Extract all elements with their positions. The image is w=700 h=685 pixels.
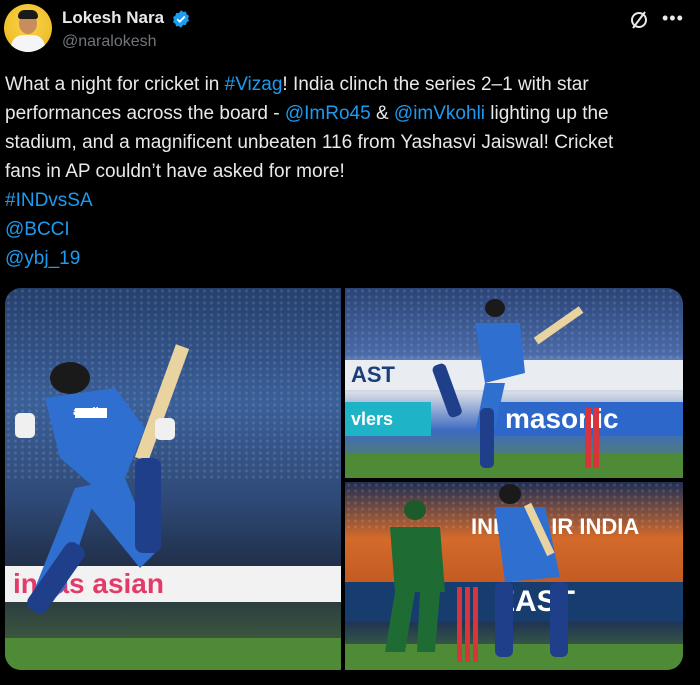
avatar[interactable] — [4, 4, 52, 52]
post-link[interactable]: #Vizag — [225, 74, 283, 95]
post-text-segment: performances across the board - — [5, 103, 285, 124]
post-header: Lokesh Nara @naralokesh ••• — [0, 0, 700, 62]
photo-kohli-batting[interactable]: INDIA AIR INDIA EAST — [345, 482, 683, 670]
post-line-3: stadium, and a magnificent unbeaten 116 … — [5, 132, 614, 153]
media-grid: insas asian apollo AST vlers masonic IND… — [5, 288, 683, 670]
mention-link-ybj[interactable]: @ybj_19 — [5, 244, 685, 273]
post-link[interactable]: @ImRo45 — [285, 103, 371, 124]
grok-icon[interactable] — [628, 8, 652, 32]
post-text-segment: lighting up the — [485, 103, 609, 124]
verified-badge-icon — [173, 10, 189, 28]
photo-jaiswal-celebration[interactable]: insas asian apollo — [5, 288, 341, 670]
mention-link-bcci[interactable]: @BCCI — [5, 215, 685, 244]
batsman-figure — [15, 344, 190, 614]
post-line-1: What a night for cricket in #Vizag! Indi… — [5, 70, 685, 99]
jersey-sponsor: apollo — [73, 406, 106, 418]
more-options-icon[interactable]: ••• — [662, 8, 684, 29]
photo-rohit-shot[interactable]: AST vlers masonic — [345, 288, 683, 478]
post-text-segment: What a night for cricket in — [5, 74, 225, 95]
post-link[interactable]: @imVkohli — [394, 103, 485, 124]
post-line-4: fans in AP couldn’t have asked for more! — [5, 161, 345, 182]
rohit-figure — [432, 299, 599, 468]
post-text-segment: & — [370, 103, 394, 124]
post-line-2: performances across the board - @ImRo45 … — [5, 99, 685, 128]
hashtag-link[interactable]: #INDvsSA — [5, 186, 685, 215]
author-name[interactable]: Lokesh Nara — [62, 8, 164, 28]
post-text-segment: ! India clinch the series 2–1 with star — [282, 74, 589, 95]
post-text: What a night for cricket in #Vizag! Indi… — [5, 70, 685, 273]
kohli-and-keeper-figures — [385, 484, 568, 662]
author-handle[interactable]: @naralokesh — [62, 33, 157, 51]
